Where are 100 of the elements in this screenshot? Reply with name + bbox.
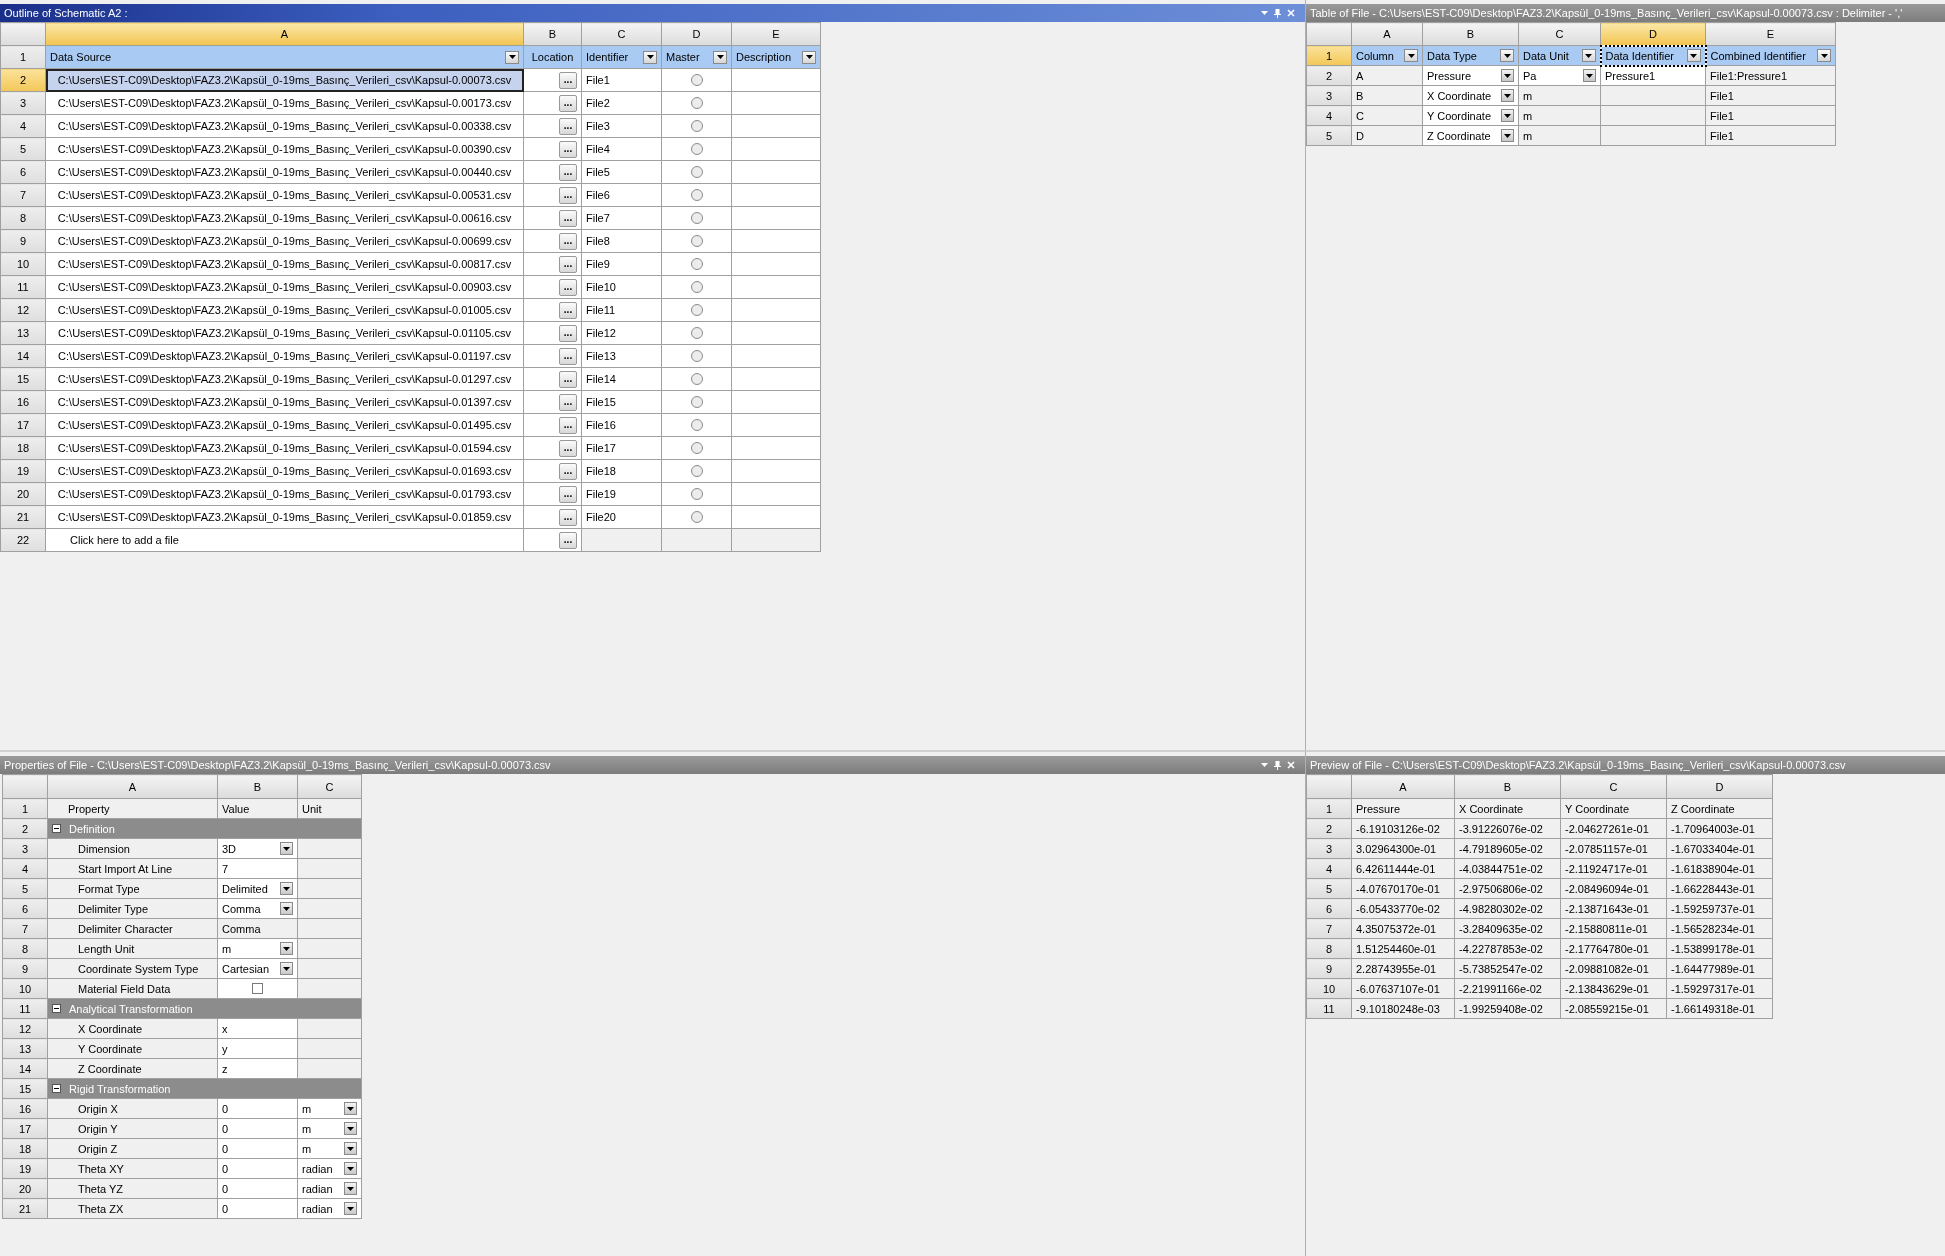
letter-heading[interactable]: C <box>1518 22 1601 46</box>
browse-button[interactable]: ... <box>559 439 577 457</box>
radio-button[interactable] <box>690 373 703 385</box>
pin-icon[interactable] <box>1274 8 1281 18</box>
letter-heading[interactable]: E <box>1705 22 1836 46</box>
column-header[interactable]: Data Source <box>45 45 524 69</box>
radio-button[interactable] <box>690 74 703 86</box>
table-cell[interactable]: C:\Users\EST-C09\Desktop\FAZ3.2\Kapsül_0-19ms_Basınç_Verileri_csv\Kapsul-0.00616.csv <box>45 206 524 230</box>
browse-button[interactable]: ... <box>559 301 577 319</box>
caret-icon[interactable] <box>1501 89 1514 102</box>
table-cell[interactable]: C:\Users\EST-C09\Desktop\FAZ3.2\Kapsül_0-19ms_Basınç_Verileri_csv\Kapsul-0.00440.csv <box>45 160 524 184</box>
caret-icon[interactable] <box>280 942 293 955</box>
radio-button[interactable] <box>690 511 703 523</box>
table-cell[interactable]: C:\Users\EST-C09\Desktop\FAZ3.2\Kapsül_0-19ms_Basınç_Verileri_csv\Kapsul-0.01197.csv <box>45 344 524 368</box>
caret-icon[interactable] <box>1501 69 1514 82</box>
dropdown-icon[interactable] <box>1261 763 1268 767</box>
browse-button[interactable]: ... <box>559 209 577 227</box>
radio-button[interactable] <box>690 143 703 155</box>
radio-button[interactable] <box>690 120 703 132</box>
browse-button[interactable]: ... <box>559 117 577 135</box>
letter-heading[interactable]: B <box>1422 22 1519 46</box>
browse-button[interactable]: ... <box>559 186 577 204</box>
letter-heading[interactable]: C <box>581 22 662 46</box>
browse-button[interactable]: ... <box>559 163 577 181</box>
table-cell[interactable]: C:\Users\EST-C09\Desktop\FAZ3.2\Kapsül_0-19ms_Basınç_Verileri_csv\Kapsul-0.00073.csv <box>45 68 524 92</box>
letter-heading[interactable]: A <box>45 22 524 46</box>
filter-icon[interactable] <box>1686 49 1701 62</box>
dropdown-icon[interactable] <box>1261 11 1268 15</box>
letter-heading[interactable]: C <box>297 774 362 799</box>
radio-button[interactable] <box>690 189 703 201</box>
filter-icon[interactable] <box>505 50 519 64</box>
collapse-icon[interactable] <box>52 824 61 833</box>
browse-button[interactable]: ... <box>559 232 577 250</box>
table-cell[interactable]: C:\Users\EST-C09\Desktop\FAZ3.2\Kapsül_0-19ms_Basınç_Verileri_csv\Kapsul-0.00817.csv <box>45 252 524 276</box>
caret-icon[interactable] <box>280 902 293 915</box>
radio-button[interactable] <box>690 327 703 339</box>
radio-button[interactable] <box>690 442 703 454</box>
browse-button[interactable]: ... <box>559 140 577 158</box>
caret-icon[interactable] <box>344 1162 357 1175</box>
table-cell[interactable]: C:\Users\EST-C09\Desktop\FAZ3.2\Kapsül_0-19ms_Basınç_Verileri_csv\Kapsul-0.01859.csv <box>45 505 524 529</box>
input-field[interactable]: Pressure1 <box>1600 65 1706 86</box>
browse-button[interactable]: ... <box>559 94 577 112</box>
caret-icon[interactable] <box>280 882 293 895</box>
table-cell[interactable]: C:\Users\EST-C09\Desktop\FAZ3.2\Kapsül_0-19ms_Basınç_Verileri_csv\Kapsul-0.01397.csv <box>45 390 524 414</box>
table-cell[interactable]: C:\Users\EST-C09\Desktop\FAZ3.2\Kapsül_0-19ms_Basınç_Verileri_csv\Kapsul-0.01793.csv <box>45 482 524 506</box>
radio-button[interactable] <box>690 166 703 178</box>
table-cell[interactable]: C:\Users\EST-C09\Desktop\FAZ3.2\Kapsül_0-19ms_Basınç_Verileri_csv\Kapsul-0.00338.csv <box>45 114 524 138</box>
filter-icon[interactable] <box>802 50 816 64</box>
close-icon[interactable] <box>1287 9 1295 17</box>
checkbox[interactable] <box>252 983 263 994</box>
table-cell[interactable]: C:\Users\EST-C09\Desktop\FAZ3.2\Kapsül_0-19ms_Basınç_Verileri_csv\Kapsul-0.00903.csv <box>45 275 524 299</box>
radio-button[interactable] <box>690 488 703 500</box>
table-cell[interactable]: C:\Users\EST-C09\Desktop\FAZ3.2\Kapsül_0-19ms_Basınç_Verileri_csv\Kapsul-0.00390.csv <box>45 137 524 161</box>
caret-icon[interactable] <box>1501 109 1514 122</box>
browse-button[interactable]: ... <box>559 462 577 480</box>
table-cell[interactable]: C:\Users\EST-C09\Desktop\FAZ3.2\Kapsül_0-19ms_Basınç_Verileri_csv\Kapsul-0.00699.csv <box>45 229 524 253</box>
radio-button[interactable] <box>690 235 703 247</box>
letter-heading[interactable]: A <box>1351 22 1423 46</box>
filter-icon[interactable] <box>1500 49 1514 62</box>
browse-button[interactable]: ... <box>559 508 577 526</box>
table-cell[interactable]: C:\Users\EST-C09\Desktop\FAZ3.2\Kapsül_0-19ms_Basınç_Verileri_csv\Kapsul-0.01693.csv <box>45 459 524 483</box>
table-cell[interactable]: C:\Users\EST-C09\Desktop\FAZ3.2\Kapsül_0-19ms_Basınç_Verileri_csv\Kapsul-0.00173.csv <box>45 91 524 115</box>
letter-heading[interactable]: D <box>1600 22 1706 46</box>
radio-button[interactable] <box>690 465 703 477</box>
browse-button[interactable]: ... <box>559 370 577 388</box>
table-cell[interactable]: C:\Users\EST-C09\Desktop\FAZ3.2\Kapsül_0-19ms_Basınç_Verileri_csv\Kapsul-0.01297.csv <box>45 367 524 391</box>
browse-button[interactable]: ... <box>559 278 577 296</box>
browse-button[interactable]: ... <box>559 255 577 273</box>
caret-icon[interactable] <box>1501 129 1514 142</box>
radio-button[interactable] <box>690 419 703 431</box>
caret-icon[interactable] <box>280 842 293 855</box>
caret-icon[interactable] <box>344 1202 357 1215</box>
letter-heading[interactable]: A <box>47 774 218 799</box>
filter-icon[interactable] <box>713 50 727 64</box>
caret-icon[interactable] <box>1583 69 1596 82</box>
table-cell[interactable]: C:\Users\EST-C09\Desktop\FAZ3.2\Kapsül_0-19ms_Basınç_Verileri_csv\Kapsul-0.01594.csv <box>45 436 524 460</box>
letter-heading[interactable]: B <box>523 22 582 46</box>
radio-button[interactable] <box>690 396 703 408</box>
close-icon[interactable] <box>1287 761 1295 769</box>
caret-icon[interactable] <box>344 1142 357 1155</box>
browse-button[interactable]: ... <box>559 531 577 549</box>
caret-icon[interactable] <box>344 1102 357 1115</box>
letter-heading[interactable]: D <box>661 22 732 46</box>
radio-button[interactable] <box>690 97 703 109</box>
radio-button[interactable] <box>690 258 703 270</box>
letter-heading[interactable]: E <box>731 22 821 46</box>
collapse-icon[interactable] <box>52 1004 61 1013</box>
radio-button[interactable] <box>690 281 703 293</box>
filter-icon[interactable] <box>1817 49 1831 62</box>
collapse-icon[interactable] <box>52 1084 61 1093</box>
pin-icon[interactable] <box>1274 760 1281 770</box>
radio-button[interactable] <box>690 212 703 224</box>
column-header[interactable]: Data Identifier <box>1600 45 1706 66</box>
letter-heading[interactable]: B <box>217 774 298 799</box>
letter-heading[interactable]: B <box>1454 774 1561 799</box>
caret-icon[interactable] <box>280 962 293 975</box>
browse-button[interactable]: ... <box>559 347 577 365</box>
radio-button[interactable] <box>690 304 703 316</box>
caret-icon[interactable] <box>344 1122 357 1135</box>
letter-heading[interactable]: D <box>1666 774 1773 799</box>
